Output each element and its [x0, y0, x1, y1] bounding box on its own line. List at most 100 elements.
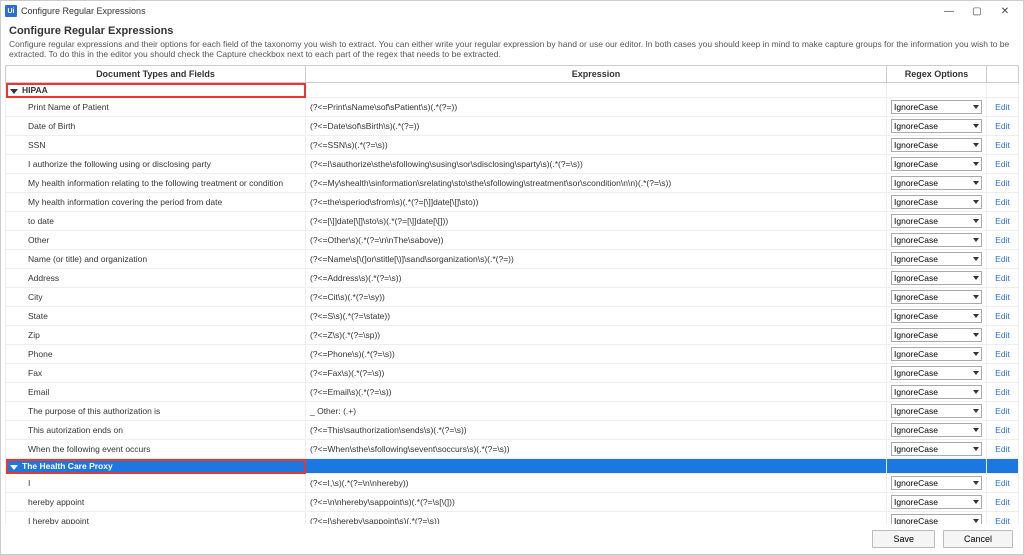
field-row[interactable]: Print Name of Patient(?<=Print\sName\sof… — [6, 98, 1019, 117]
field-row[interactable]: I hereby appoint(?<=I\shereby\sappoint\s… — [6, 512, 1019, 524]
maximize-button[interactable]: ▢ — [963, 1, 991, 21]
field-row[interactable]: Name (or title) and organization(?<=Name… — [6, 250, 1019, 269]
field-row[interactable]: The purpose of this authorization is_ Ot… — [6, 402, 1019, 421]
regex-options-select[interactable] — [891, 119, 982, 133]
window-titlebar: Ui Configure Regular Expressions — ▢ ✕ — [1, 1, 1023, 21]
field-expression: (?<=Phone\s)(.*(?=\s)) — [306, 345, 887, 364]
field-row[interactable]: I authorize the following using or discl… — [6, 155, 1019, 174]
edit-link[interactable]: Edit — [995, 425, 1010, 435]
group-row[interactable]: HIPAA — [6, 83, 1019, 98]
field-row[interactable]: City(?<=Cit\s)(.*(?=\sy))Edit — [6, 288, 1019, 307]
regex-options-select[interactable] — [891, 423, 982, 437]
regex-options-cell — [887, 231, 987, 250]
edit-link[interactable]: Edit — [995, 121, 1010, 131]
edit-link[interactable]: Edit — [995, 292, 1010, 302]
save-button[interactable]: Save — [872, 530, 935, 548]
col-doctypes: Document Types and Fields — [6, 66, 306, 83]
regex-options-select[interactable] — [891, 214, 982, 228]
regex-options-select[interactable] — [891, 271, 982, 285]
regex-options-select[interactable] — [891, 366, 982, 380]
field-expression: (?<=When\sthe\sfollowing\sevent\soccurs\… — [306, 440, 887, 459]
regex-options-select[interactable] — [891, 195, 982, 209]
field-name: Address — [6, 269, 306, 288]
regex-options-select[interactable] — [891, 290, 982, 304]
field-row[interactable]: My health information relating to the fo… — [6, 174, 1019, 193]
edit-link[interactable]: Edit — [995, 254, 1010, 264]
edit-link[interactable]: Edit — [995, 235, 1010, 245]
edit-link[interactable]: Edit — [995, 497, 1010, 507]
regex-options-select[interactable] — [891, 514, 982, 524]
edit-link[interactable]: Edit — [995, 197, 1010, 207]
field-row[interactable]: Zip(?<=Z\s)(.*(?=\sp))Edit — [6, 326, 1019, 345]
field-row[interactable]: Email(?<=Email\s)(.*(?=\s))Edit — [6, 383, 1019, 402]
regex-options-cell — [887, 250, 987, 269]
field-row[interactable]: This autorization ends on(?<=This\sautho… — [6, 421, 1019, 440]
edit-link[interactable]: Edit — [995, 444, 1010, 454]
regex-options-select[interactable] — [891, 442, 982, 456]
field-expression: (?<=Name\s[\(]or\stitle[\)]\sand\sorgani… — [306, 250, 887, 269]
regex-options-select[interactable] — [891, 404, 982, 418]
regex-options-select[interactable] — [891, 347, 982, 361]
edit-link[interactable]: Edit — [995, 102, 1010, 112]
edit-link[interactable]: Edit — [995, 368, 1010, 378]
field-name: hereby appoint — [6, 493, 306, 512]
edit-link[interactable]: Edit — [995, 140, 1010, 150]
field-expression: (?<=Date\sof\sBirth\s)(.*(?=)) — [306, 117, 887, 136]
regex-options-select[interactable] — [891, 252, 982, 266]
edit-link[interactable]: Edit — [995, 330, 1010, 340]
cancel-button[interactable]: Cancel — [943, 530, 1013, 548]
regex-options-select[interactable] — [891, 100, 982, 114]
edit-link[interactable]: Edit — [995, 387, 1010, 397]
field-expression: (?<=S\s)(.*(?=\state)) — [306, 307, 887, 326]
edit-link[interactable]: Edit — [995, 478, 1010, 488]
field-row[interactable]: State(?<=S\s)(.*(?=\state))Edit — [6, 307, 1019, 326]
edit-link[interactable]: Edit — [995, 159, 1010, 169]
regex-options-cell — [887, 474, 987, 493]
regex-options-cell — [887, 269, 987, 288]
regex-options-cell — [887, 402, 987, 421]
edit-link[interactable]: Edit — [995, 406, 1010, 416]
field-row[interactable]: My health information covering the perio… — [6, 193, 1019, 212]
edit-link[interactable]: Edit — [995, 311, 1010, 321]
field-row[interactable]: I(?<=I,\s)(.*(?=\n\nhereby))Edit — [6, 474, 1019, 493]
field-expression: (?<=Address\s)(.*(?=\s)) — [306, 269, 887, 288]
regex-options-select[interactable] — [891, 495, 982, 509]
regex-options-select[interactable] — [891, 309, 982, 323]
field-row[interactable]: Fax(?<=Fax\s)(.*(?=\s))Edit — [6, 364, 1019, 383]
field-name: My health information covering the perio… — [6, 193, 306, 212]
edit-link[interactable]: Edit — [995, 216, 1010, 226]
regex-options-select[interactable] — [891, 157, 982, 171]
regex-options-select[interactable] — [891, 385, 982, 399]
field-row[interactable]: Address(?<=Address\s)(.*(?=\s)) Edit — [6, 269, 1019, 288]
field-row[interactable]: SSN(?<=SSN\s)(.*(?=\s))Edit — [6, 136, 1019, 155]
edit-link[interactable]: Edit — [995, 273, 1010, 283]
caret-down-icon — [10, 89, 18, 94]
field-expression: (?<=I\sauthorize\sthe\sfollowing\susing\… — [306, 155, 887, 174]
field-expression: (?<=Print\sName\sof\sPatient\s)(.*(?=)) — [306, 98, 887, 117]
close-button[interactable]: ✕ — [991, 1, 1019, 21]
field-name: The purpose of this authorization is — [6, 402, 306, 421]
field-name: to date — [6, 212, 306, 231]
field-row[interactable]: hereby appoint(?<=\n\nhereby\sappoint\s)… — [6, 493, 1019, 512]
regex-options-select[interactable] — [891, 476, 982, 490]
edit-link[interactable]: Edit — [995, 349, 1010, 359]
field-row[interactable]: Date of Birth(?<=Date\sof\sBirth\s)(.*(?… — [6, 117, 1019, 136]
edit-link[interactable]: Edit — [995, 178, 1010, 188]
edit-link[interactable]: Edit — [995, 516, 1010, 524]
regex-options-select[interactable] — [891, 233, 982, 247]
field-expression: (?<=Fax\s)(.*(?=\s)) — [306, 364, 887, 383]
group-row[interactable]: The Health Care Proxy — [6, 459, 1019, 474]
regex-options-select[interactable] — [891, 138, 982, 152]
field-expression: (?<=Email\s)(.*(?=\s)) — [306, 383, 887, 402]
field-name: Print Name of Patient — [6, 98, 306, 117]
field-row[interactable]: to date(?<=[\]]date[\[]\sto\s)(.*(?=[\]]… — [6, 212, 1019, 231]
field-row[interactable]: Other(?<=Other\s)(.*(?=\n\nThe\sabove))E… — [6, 231, 1019, 250]
field-name: When the following event occurs — [6, 440, 306, 459]
field-row[interactable]: When the following event occurs(?<=When\… — [6, 440, 1019, 459]
regex-options-cell — [887, 345, 987, 364]
field-row[interactable]: Phone(?<=Phone\s)(.*(?=\s))Edit — [6, 345, 1019, 364]
minimize-button[interactable]: — — [935, 1, 963, 21]
regex-options-select[interactable] — [891, 176, 982, 190]
regex-options-select[interactable] — [891, 328, 982, 342]
col-expression: Expression — [306, 66, 887, 83]
